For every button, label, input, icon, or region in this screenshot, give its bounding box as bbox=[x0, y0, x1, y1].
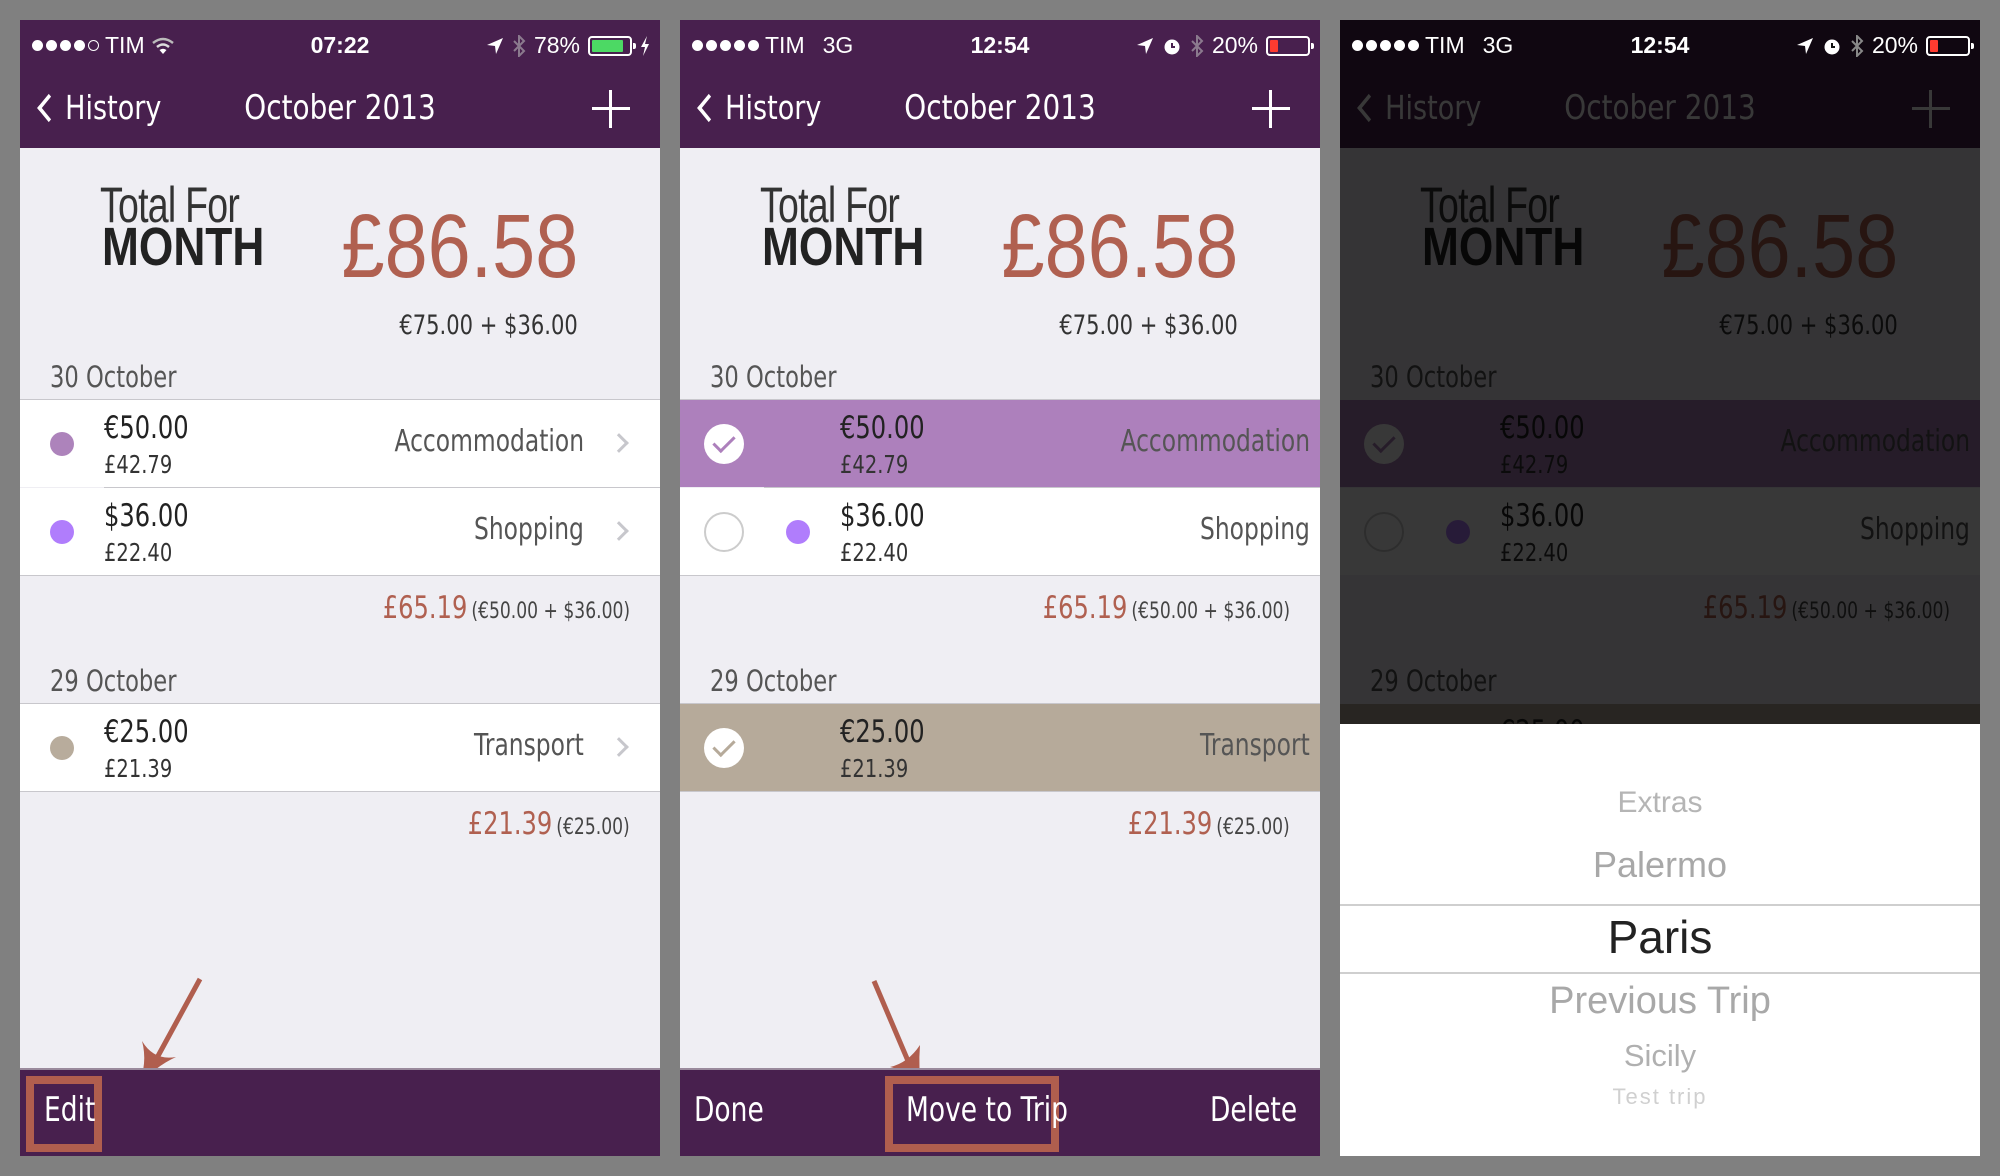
expense-category: Transport bbox=[1200, 728, 1310, 763]
alarm-clock-icon bbox=[1164, 39, 1180, 54]
day-total-gbp: £65.19 bbox=[382, 590, 468, 626]
day-total-gbp: £21.39 bbox=[467, 806, 553, 842]
page-title: October 2013 bbox=[904, 88, 1096, 128]
battery-icon bbox=[1266, 35, 1314, 56]
day-total: £21.39 (€25.00) bbox=[468, 806, 630, 842]
empty-circle-icon[interactable] bbox=[704, 512, 744, 552]
month-total: £86.58 bbox=[1001, 197, 1238, 297]
day-total: £21.39 (€25.00) bbox=[1128, 806, 1290, 842]
move-to-trip-button[interactable]: Move to Trip bbox=[906, 1090, 1068, 1130]
status-bar: TIM 3G 12:54 20% bbox=[680, 20, 1320, 70]
day-header: 29 October bbox=[50, 664, 177, 698]
plus-icon[interactable] bbox=[592, 90, 630, 128]
edit-button[interactable]: Edit bbox=[44, 1090, 95, 1130]
bottom-toolbar: Edit bbox=[20, 1068, 660, 1156]
expense-row-selected[interactable]: €50.00 £42.79 Accommodation bbox=[680, 400, 1320, 487]
chevron-right-icon bbox=[609, 433, 629, 453]
day-header: 30 October bbox=[50, 360, 177, 394]
expense-row[interactable]: $36.00 £22.40 Shopping bbox=[680, 488, 1320, 575]
day-total: £65.19 (€50.00 + $36.00) bbox=[1043, 590, 1290, 626]
bluetooth-icon bbox=[1191, 34, 1204, 57]
expense-row[interactable]: €50.00 £42.79 Accommodation bbox=[20, 400, 660, 487]
day-total-breakdown: (€25.00) bbox=[1216, 815, 1290, 840]
picker-option[interactable]: Palermo bbox=[1340, 844, 1980, 886]
expense-converted: £22.40 bbox=[104, 538, 173, 567]
picker-option[interactable]: Test trip bbox=[1340, 1084, 1980, 1110]
location-arrow-icon bbox=[1136, 37, 1153, 54]
day-total-breakdown: (€50.00 + $36.00) bbox=[1131, 599, 1290, 624]
expense-row[interactable]: €25.00 £21.39 Transport bbox=[20, 704, 660, 791]
expense-amount: €25.00 bbox=[104, 714, 189, 750]
battery-percent: 20% bbox=[1871, 32, 1918, 58]
category-color-dot bbox=[50, 520, 74, 544]
expense-row-selected[interactable]: €25.00 £21.39 Transport bbox=[680, 704, 1320, 791]
day-total-breakdown: (€25.00) bbox=[556, 815, 630, 840]
screen-move-to-trip-picker: History October 2013 Total For MONTH £86… bbox=[1340, 20, 1980, 1156]
summary-label-bottom: MONTH bbox=[762, 217, 925, 277]
expense-category: Shopping bbox=[474, 512, 584, 547]
expense-amount: $36.00 bbox=[840, 498, 925, 534]
day-header: 30 October bbox=[710, 360, 837, 394]
battery-icon bbox=[1926, 35, 1974, 56]
month-breakdown: €75.00 + $36.00 bbox=[399, 310, 578, 341]
day-total: £65.19 (€50.00 + $36.00) bbox=[383, 590, 630, 626]
month-total: £86.58 bbox=[341, 197, 578, 297]
picker-option[interactable]: Extras bbox=[1340, 786, 1980, 820]
battery-percent: 78% bbox=[533, 32, 580, 58]
battery-icon bbox=[588, 35, 636, 56]
expense-converted: £42.79 bbox=[104, 450, 173, 479]
checkmark-circle-icon[interactable] bbox=[704, 424, 744, 464]
location-arrow-icon bbox=[486, 37, 503, 54]
status-bar: TIM 07:22 78% bbox=[20, 20, 660, 70]
picker-option-selected[interactable]: Paris bbox=[1340, 910, 1980, 964]
expense-converted: £21.39 bbox=[840, 754, 909, 783]
checkmark-circle-icon[interactable] bbox=[704, 728, 744, 768]
bluetooth-icon bbox=[513, 34, 526, 57]
expense-converted: £22.40 bbox=[840, 538, 909, 567]
expense-category: Accommodation bbox=[394, 424, 584, 459]
page-title: October 2013 bbox=[244, 88, 436, 128]
expense-converted: £21.39 bbox=[104, 754, 173, 783]
trip-picker[interactable]: Extras Palermo Paris Previous Trip Sicil… bbox=[1340, 724, 1980, 1156]
day-total-gbp: £65.19 bbox=[1042, 590, 1128, 626]
expense-category: Shopping bbox=[1200, 512, 1310, 547]
expense-converted: £42.79 bbox=[840, 450, 909, 479]
dim-overlay[interactable] bbox=[1340, 20, 1980, 724]
navigation-bar: History October 2013 bbox=[20, 70, 660, 148]
charging-bolt-icon bbox=[641, 35, 649, 56]
chevron-left-icon bbox=[37, 93, 61, 122]
navigation-bar: History October 2013 bbox=[680, 70, 1320, 148]
day-header: 29 October bbox=[710, 664, 837, 698]
summary-label-bottom: MONTH bbox=[102, 217, 265, 277]
bottom-toolbar: Done Move to Trip Delete bbox=[680, 1068, 1320, 1156]
picker-option[interactable]: Sicily bbox=[1340, 1038, 1980, 1074]
expense-amount: €25.00 bbox=[840, 714, 925, 750]
category-color-dot bbox=[786, 520, 810, 544]
location-arrow-icon bbox=[1796, 37, 1813, 54]
chevron-right-icon bbox=[609, 521, 629, 541]
expense-amount: €50.00 bbox=[840, 410, 925, 446]
battery-percent: 20% bbox=[1211, 32, 1258, 58]
screen-history-month-edit: TIM 3G 12:54 20% History October 2013 To… bbox=[680, 20, 1320, 1156]
bluetooth-icon bbox=[1851, 34, 1864, 57]
expense-category: Accommodation bbox=[1120, 424, 1310, 459]
plus-icon[interactable] bbox=[1252, 90, 1290, 128]
day-total-gbp: £21.39 bbox=[1127, 806, 1213, 842]
chevron-right-icon bbox=[609, 737, 629, 757]
status-bar: TIM 3G 12:54 20% bbox=[1340, 20, 1980, 70]
expense-amount: €50.00 bbox=[104, 410, 189, 446]
expense-amount: $36.00 bbox=[104, 498, 189, 534]
expense-category: Transport bbox=[474, 728, 584, 763]
category-color-dot bbox=[50, 736, 74, 760]
category-color-dot bbox=[50, 432, 74, 456]
screen-history-month: TIM 07:22 78% History October 2013 Total… bbox=[20, 20, 660, 1156]
delete-button[interactable]: Delete bbox=[1210, 1090, 1297, 1130]
chevron-left-icon bbox=[697, 93, 721, 122]
day-total-breakdown: (€50.00 + $36.00) bbox=[471, 599, 630, 624]
month-breakdown: €75.00 + $36.00 bbox=[1059, 310, 1238, 341]
done-button[interactable]: Done bbox=[694, 1090, 764, 1130]
expense-row[interactable]: $36.00 £22.40 Shopping bbox=[20, 488, 660, 575]
picker-option[interactable]: Previous Trip bbox=[1340, 980, 1980, 1023]
alarm-clock-icon bbox=[1824, 39, 1840, 54]
